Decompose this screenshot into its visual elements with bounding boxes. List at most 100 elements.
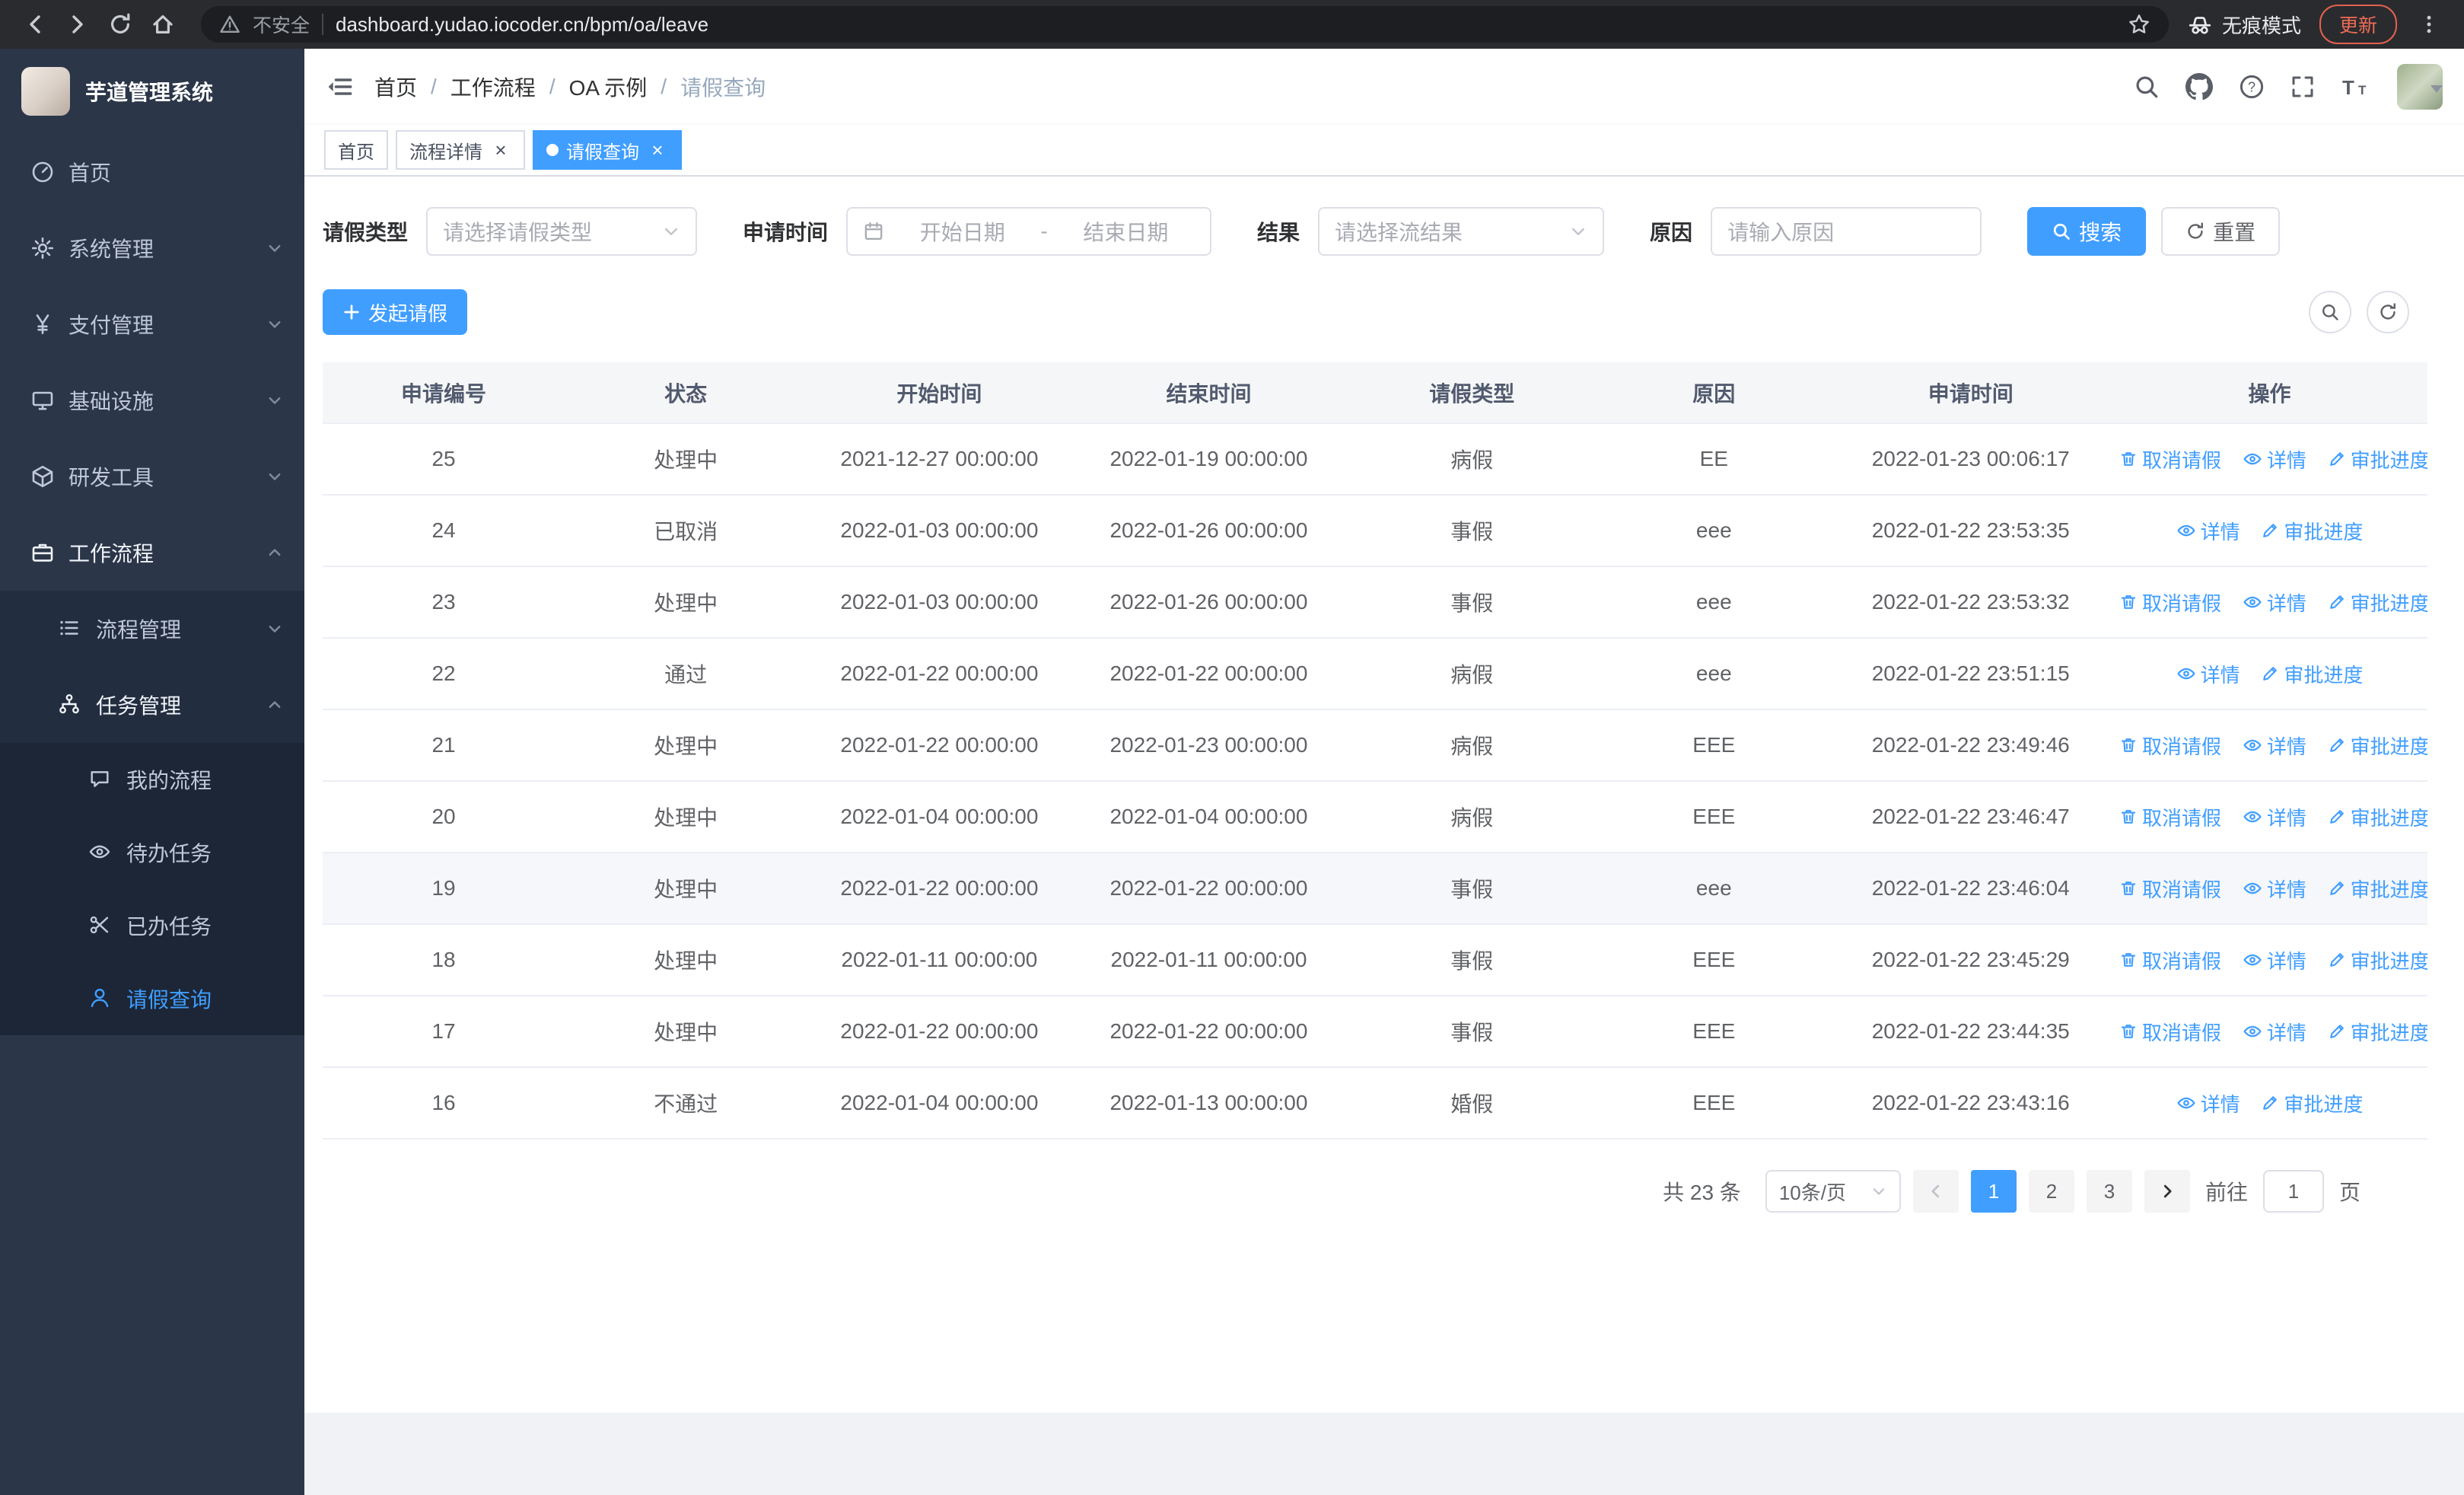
page-size-select[interactable]: 10条/页 <box>1765 1170 1901 1213</box>
detail-link[interactable]: 详情 <box>2243 732 2306 760</box>
apply-time-range-picker[interactable]: 开始日期 - 结束日期 <box>846 207 1212 256</box>
cell-apply-id: 18 <box>323 924 565 996</box>
detail-link[interactable]: 详情 <box>2176 1089 2240 1117</box>
approval-progress-link[interactable]: 审批进度 <box>2328 1018 2427 1046</box>
detail-link[interactable]: 详情 <box>2243 445 2306 473</box>
approval-progress-link[interactable]: 审批进度 <box>2328 588 2427 617</box>
page-button-2[interactable]: 2 <box>2028 1170 2074 1213</box>
sidebar-item-leave-query[interactable]: 请假查询 <box>0 962 304 1035</box>
back-icon[interactable] <box>15 5 55 44</box>
search-icon[interactable] <box>2134 74 2160 100</box>
goto-page-input[interactable] <box>2262 1170 2324 1213</box>
fullscreen-icon[interactable] <box>2291 75 2315 99</box>
detail-link[interactable]: 详情 <box>2243 875 2306 903</box>
menu-label: 流程管理 <box>96 618 182 642</box>
forward-icon[interactable] <box>58 5 97 44</box>
user-icon <box>88 987 113 1011</box>
browser-menu-kebab-icon[interactable] <box>2409 5 2449 44</box>
chevron-up-icon <box>266 696 283 713</box>
sidebar-item-todo-tasks[interactable]: 待办任务 <box>0 816 304 889</box>
leave-type-select[interactable]: 请选择请假类型 <box>426 207 698 256</box>
cell-reason: EEE <box>1598 924 1830 996</box>
approval-progress-link[interactable]: 审批进度 <box>2261 517 2363 545</box>
detail-link[interactable]: 详情 <box>2243 588 2306 617</box>
approval-progress-link[interactable]: 审批进度 <box>2328 803 2427 831</box>
start-date-placeholder: 开始日期 <box>919 221 1005 244</box>
sidebar-item-devtools[interactable]: 研发工具 <box>0 438 304 515</box>
chevron-down-icon <box>1870 1183 1887 1200</box>
cell-reason: eee <box>1598 638 1830 710</box>
github-icon[interactable] <box>2185 73 2213 100</box>
sidebar-item-done-tasks[interactable]: 已办任务 <box>0 889 304 962</box>
breadcrumb-home[interactable]: 首页 <box>374 72 417 102</box>
cancel-leave-label: 取消请假 <box>2142 949 2222 973</box>
task-submenu: 我的流程 待办任务 已办任务 请假查询 <box>0 743 304 1035</box>
tab-home[interactable]: 首页 <box>324 130 388 170</box>
reason-input[interactable]: 请输入原因 <box>1711 207 1982 256</box>
bookmark-star-icon[interactable] <box>2128 13 2150 36</box>
approval-progress-link[interactable]: 审批进度 <box>2328 732 2427 760</box>
chrome-update-button[interactable]: 更新 <box>2319 5 2397 44</box>
detail-link[interactable]: 详情 <box>2176 517 2240 545</box>
cell-operations: 取消请假 详情 审批进度 <box>2112 709 2427 782</box>
sidebar-item-task-mgmt[interactable]: 任务管理 <box>0 667 304 743</box>
app-logo[interactable]: 芋道管理系统 <box>0 49 304 134</box>
svg-text:?: ? <box>2248 79 2255 94</box>
breadcrumb-workflow[interactable]: 工作流程 <box>450 72 536 102</box>
address-bar[interactable]: 不安全 dashboard.yudao.iocoder.cn/bpm/oa/le… <box>201 6 2169 43</box>
sidebar-item-process-mgmt[interactable]: 流程管理 <box>0 591 304 667</box>
toggle-search-icon[interactable] <box>2309 291 2351 333</box>
cancel-leave-link[interactable]: 取消请假 <box>2119 588 2221 617</box>
sidebar-item-home[interactable]: 首页 <box>0 134 304 210</box>
cancel-leave-link[interactable]: 取消请假 <box>2119 946 2221 974</box>
home-icon[interactable] <box>143 5 183 44</box>
page-button-3[interactable]: 3 <box>2086 1170 2132 1213</box>
prev-page-button[interactable] <box>1912 1170 1959 1213</box>
approval-progress-link[interactable]: 审批进度 <box>2328 946 2427 974</box>
col-reason: 原因 <box>1598 362 1830 424</box>
close-icon[interactable] <box>647 139 668 161</box>
cancel-leave-link[interactable]: 取消请假 <box>2119 445 2221 473</box>
sidebar-item-system[interactable]: 系统管理 <box>0 210 304 286</box>
approval-progress-link[interactable]: 审批进度 <box>2328 875 2427 903</box>
tab-process-detail[interactable]: 流程详情 <box>396 130 525 170</box>
text-size-icon[interactable]: TT <box>2341 75 2371 98</box>
create-leave-button[interactable]: 发起请假 <box>323 289 468 335</box>
result-select[interactable]: 请选择流结果 <box>1318 207 1605 256</box>
cancel-leave-link[interactable]: 取消请假 <box>2119 1018 2221 1046</box>
security-label[interactable]: 不安全 <box>253 11 310 38</box>
cancel-leave-link[interactable]: 取消请假 <box>2119 875 2221 903</box>
reload-icon[interactable] <box>100 5 140 44</box>
sidebar-item-workflow[interactable]: 工作流程 <box>0 515 304 591</box>
search-button-label: 搜索 <box>2079 221 2122 244</box>
approval-progress-link[interactable]: 审批进度 <box>2261 1089 2363 1117</box>
app-header: 首页 / 工作流程 / OA 示例 / 请假查询 ? TT <box>304 49 2464 125</box>
detail-link[interactable]: 详情 <box>2243 946 2306 974</box>
approval-progress-link[interactable]: 审批进度 <box>2328 445 2427 473</box>
sidebar-item-my-process[interactable]: 我的流程 <box>0 743 304 816</box>
detail-link[interactable]: 详情 <box>2243 1018 2306 1046</box>
detail-link[interactable]: 详情 <box>2176 660 2240 688</box>
search-button[interactable]: 搜索 <box>2027 207 2147 256</box>
cell-leave-type: 婚假 <box>1345 1067 1599 1140</box>
hamburger-icon[interactable] <box>304 49 374 125</box>
approval-progress-link[interactable]: 审批进度 <box>2261 660 2363 688</box>
browser-window: 不安全 dashboard.yudao.iocoder.cn/bpm/oa/le… <box>0 0 2464 1495</box>
cancel-leave-link[interactable]: 取消请假 <box>2119 732 2221 760</box>
sidebar-item-payment[interactable]: 支付管理 <box>0 286 304 362</box>
cancel-leave-link[interactable]: 取消请假 <box>2119 803 2221 831</box>
table-row: 23 处理中 2022-01-03 00:00:00 2022-01-26 00… <box>323 566 2427 639</box>
next-page-button[interactable] <box>2144 1170 2190 1213</box>
breadcrumb-oa-example[interactable]: OA 示例 <box>569 72 648 102</box>
detail-link[interactable]: 详情 <box>2243 803 2306 831</box>
refresh-table-icon[interactable] <box>2367 291 2409 333</box>
help-icon[interactable]: ? <box>2239 74 2265 100</box>
menu-label: 支付管理 <box>68 314 154 337</box>
close-icon[interactable] <box>490 139 511 161</box>
reset-button[interactable]: 重置 <box>2161 207 2281 256</box>
cell-end-time: 2022-01-26 00:00:00 <box>1071 495 1346 567</box>
sidebar-item-infra[interactable]: 基础设施 <box>0 362 304 438</box>
page-button-1[interactable]: 1 <box>1970 1170 2017 1213</box>
tab-leave-query[interactable]: 请假查询 <box>533 130 682 170</box>
url-text[interactable]: dashboard.yudao.iocoder.cn/bpm/oa/leave <box>336 13 708 37</box>
